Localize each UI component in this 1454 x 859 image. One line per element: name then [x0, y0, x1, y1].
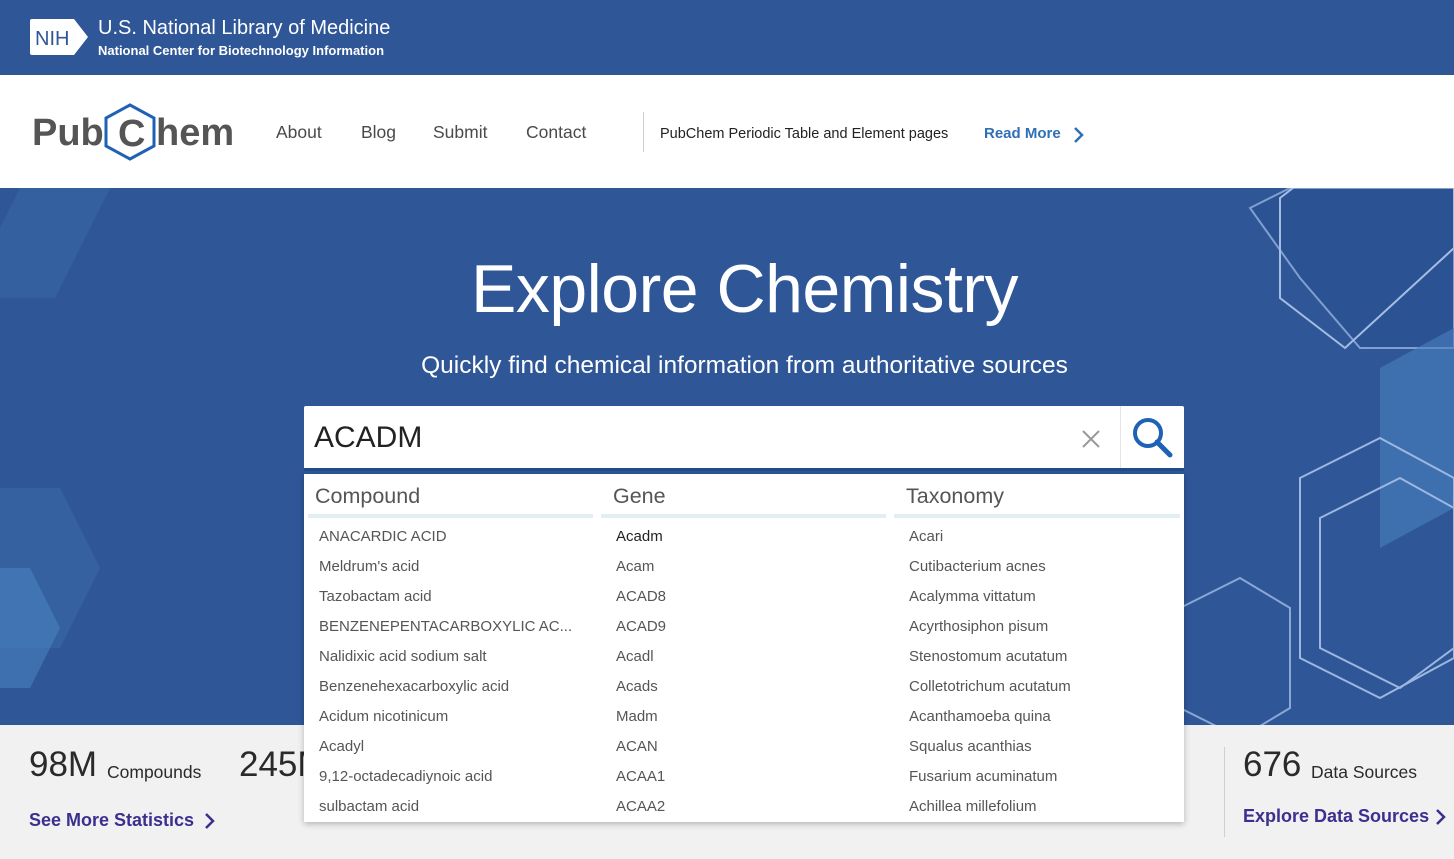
svg-text:hem: hem: [156, 112, 234, 154]
svg-text:Pub: Pub: [32, 112, 104, 154]
compounds-count: 98M: [29, 745, 98, 784]
suggestion-item[interactable]: ANACARDIC ACID: [319, 524, 572, 554]
suggestion-item[interactable]: Acads: [616, 674, 666, 704]
suggestion-item[interactable]: ACAN: [616, 734, 666, 764]
suggestion-item[interactable]: Fusarium acuminatum: [909, 764, 1071, 794]
search-button[interactable]: [1121, 406, 1184, 470]
data-sources-count: 676: [1243, 745, 1302, 784]
search-underline: [304, 468, 1184, 471]
suggestion-item[interactable]: Meldrum's acid: [319, 554, 572, 584]
suggestion-item[interactable]: Acadm: [616, 524, 666, 554]
data-sources-label: Data Sources: [1311, 762, 1418, 782]
nlm-title[interactable]: U.S. National Library of Medicine: [98, 17, 390, 40]
nav-submit[interactable]: Submit: [433, 122, 487, 143]
explore-data-sources-link[interactable]: Explore Data Sources: [1243, 806, 1429, 827]
close-icon[interactable]: [1080, 428, 1102, 450]
compound-heading: Compound: [315, 484, 421, 508]
suggestion-item[interactable]: Colletotrichum acutatum: [909, 674, 1071, 704]
nih-logo[interactable]: NIH: [30, 19, 88, 55]
nav-contact[interactable]: Contact: [526, 122, 586, 143]
svg-text:NIH: NIH: [35, 28, 69, 50]
promo-text: PubChem Periodic Table and Element pages: [660, 126, 949, 142]
compound-suggestions: Compound ANACARDIC ACID Meldrum's acid T…: [304, 474, 597, 822]
suggestion-item[interactable]: Acalymma vittatum: [909, 584, 1071, 614]
suggestion-item[interactable]: ACAD9: [616, 614, 666, 644]
suggestion-item[interactable]: Acadl: [616, 644, 666, 674]
suggestion-item[interactable]: Benzenehexacarboxylic acid: [319, 674, 572, 704]
suggestion-item[interactable]: Tazobactam acid: [319, 584, 572, 614]
pubchem-navbar: Pub C hem About Blog Submit Contact PubC…: [0, 75, 1454, 188]
search-input[interactable]: [314, 418, 1054, 458]
suggestion-item[interactable]: 9,12-octadecadiynoic acid: [319, 764, 572, 794]
suggestion-item[interactable]: ACAA2: [616, 794, 666, 824]
nav-blog[interactable]: Blog: [361, 122, 396, 143]
suggestion-item[interactable]: ACAD8: [616, 584, 666, 614]
ncbi-subtitle[interactable]: National Center for Biotechnology Inform…: [98, 43, 384, 58]
column-rule: [601, 514, 886, 518]
compounds-label: Compounds: [107, 762, 202, 782]
hero-title: Explore Chemistry: [471, 251, 1019, 327]
suggestion-item[interactable]: Acanthamoeba quina: [909, 704, 1071, 734]
suggestion-item[interactable]: Stenostomum acutatum: [909, 644, 1071, 674]
suggestion-item[interactable]: Squalus acanthias: [909, 734, 1071, 764]
stats-divider: [1224, 747, 1225, 837]
search-icon: [1133, 418, 1173, 458]
taxonomy-heading: Taxonomy: [906, 484, 1004, 508]
gene-heading: Gene: [613, 484, 666, 508]
suggestion-item[interactable]: ACAA1: [616, 764, 666, 794]
autocomplete-dropdown: Compound ANACARDIC ACID Meldrum's acid T…: [304, 474, 1184, 822]
suggestion-item[interactable]: Achillea millefolium: [909, 794, 1071, 824]
pubchem-logo[interactable]: Pub C hem: [32, 103, 242, 163]
column-rule: [308, 514, 593, 518]
nih-header: NIH U.S. National Library of Medicine Na…: [0, 0, 1454, 75]
nav-about[interactable]: About: [276, 122, 322, 143]
chevron-right-icon[interactable]: [1434, 808, 1448, 826]
hero-subtitle: Quickly find chemical information from a…: [421, 352, 1068, 379]
chevron-right-icon[interactable]: [1071, 126, 1087, 144]
gene-suggestions: Gene Acadm Acam ACAD8 ACAD9 Acadl Acads …: [597, 474, 890, 822]
taxonomy-suggestions: Taxonomy Acari Cutibacterium acnes Acaly…: [890, 474, 1184, 822]
svg-text:C: C: [118, 113, 145, 155]
suggestion-item[interactable]: sulbactam acid: [319, 794, 572, 824]
suggestion-item[interactable]: BENZENEPENTACARBOXYLIC AC...: [319, 614, 572, 644]
suggestion-item[interactable]: Acyrthosiphon pisum: [909, 614, 1071, 644]
suggestion-item[interactable]: Acadyl: [319, 734, 572, 764]
suggestion-item[interactable]: Nalidixic acid sodium salt: [319, 644, 572, 674]
column-rule: [894, 514, 1180, 518]
nav-divider: [643, 112, 644, 152]
read-more-link[interactable]: Read More: [984, 125, 1061, 142]
see-more-statistics-link[interactable]: See More Statistics: [29, 810, 194, 831]
suggestion-item[interactable]: Acidum nicotinicum: [319, 704, 572, 734]
suggestion-item[interactable]: Acari: [909, 524, 1071, 554]
chevron-right-icon[interactable]: [203, 812, 217, 830]
search-box: [304, 406, 1184, 470]
suggestion-item[interactable]: Cutibacterium acnes: [909, 554, 1071, 584]
suggestion-item[interactable]: Acam: [616, 554, 666, 584]
suggestion-item[interactable]: Madm: [616, 704, 666, 734]
